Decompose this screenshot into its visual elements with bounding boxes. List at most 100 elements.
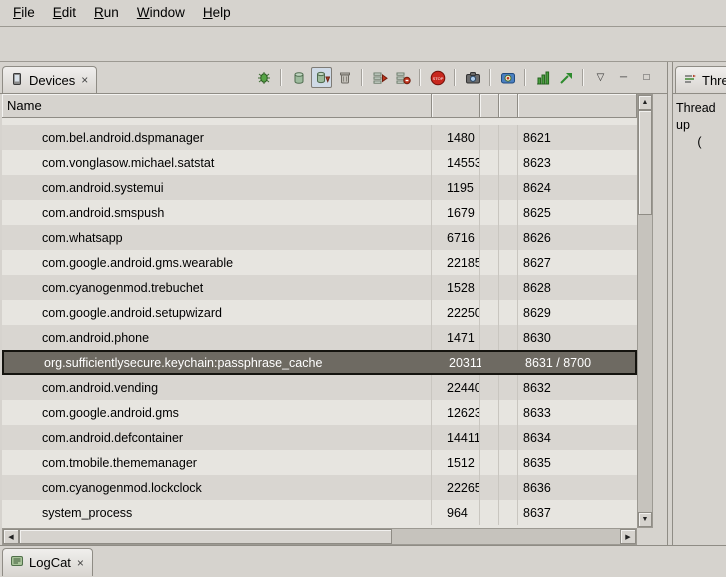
devices-panel-header: Devices × [0, 62, 667, 94]
scroll-down-button[interactable]: ▼ [638, 512, 652, 527]
table-row[interactable]: com.cyanogenmod.lockclock 22265 8636 [2, 475, 637, 500]
maximize-icon[interactable]: □ [636, 67, 657, 88]
toolbar-separator [582, 69, 584, 86]
dump-hprof-icon[interactable] [311, 67, 332, 88]
process-pid: 1679 [432, 200, 480, 225]
table-row[interactable]: com.android.vending 22440 8632 [2, 375, 637, 400]
vertical-scrollbar-track[interactable] [638, 110, 652, 512]
menu-item[interactable]: File [4, 0, 44, 24]
scroll-left-button[interactable]: ◀ [3, 529, 19, 544]
vertical-scrollbar[interactable]: ▲ ▼ [637, 94, 653, 528]
process-port: 8627 [518, 250, 637, 275]
process-name: com.android.systemui [2, 175, 432, 200]
main-toolbar [0, 27, 726, 62]
column-header-spacer[interactable] [499, 94, 518, 118]
screen-capture-icon[interactable] [462, 67, 483, 88]
spacer-cell [501, 352, 520, 373]
close-icon[interactable]: × [76, 556, 85, 570]
toolbar-separator [454, 69, 456, 86]
screen-record-icon[interactable] [497, 67, 518, 88]
spacer-cell [480, 300, 499, 325]
column-header-pid[interactable] [432, 94, 480, 118]
spacer-cell [499, 300, 518, 325]
start-method-profiling-icon[interactable] [392, 67, 413, 88]
process-port: 8635 [518, 450, 637, 475]
threads-message: Thread up ( [673, 94, 726, 545]
stop-process-icon[interactable]: STOP [427, 67, 448, 88]
table-row[interactable]: system_process 964 8637 [2, 500, 637, 525]
threads-icon [683, 72, 697, 89]
tab-logcat[interactable]: LogCat × [2, 548, 93, 576]
horizontal-scrollbar-thumb[interactable] [19, 529, 392, 544]
spacer-cell [480, 150, 499, 175]
table-row[interactable]: com.android.systemui 1195 8624 [2, 175, 637, 200]
process-port: 8621 [518, 125, 637, 150]
process-name: com.google.android.gms [2, 400, 432, 425]
cause-gc-icon[interactable] [334, 67, 355, 88]
table-header: Name [2, 94, 637, 118]
horizontal-scrollbar-track[interactable] [19, 529, 620, 544]
menu-item[interactable]: Window [128, 0, 194, 24]
process-port: 8632 [518, 375, 637, 400]
table-row[interactable]: com.tmobile.thememanager 1512 8635 [2, 450, 637, 475]
scroll-up-button[interactable]: ▲ [638, 95, 652, 110]
logcat-icon [10, 554, 24, 571]
process-pid: 20311 [434, 352, 482, 373]
process-pid: 1195 [432, 175, 480, 200]
menu-item[interactable]: Edit [44, 0, 85, 24]
process-port: 8628 [518, 275, 637, 300]
minimize-icon[interactable]: ─ [613, 67, 634, 88]
table-row[interactable]: com.whatsapp 6716 8626 [2, 225, 637, 250]
toolbar-separator [419, 69, 421, 86]
process-pid: 14553 [432, 150, 480, 175]
column-header-port[interactable] [518, 94, 637, 118]
table-row[interactable]: com.android.smspush 1679 8625 [2, 200, 637, 225]
column-header-name[interactable]: Name [2, 94, 432, 118]
close-icon[interactable]: × [80, 73, 89, 87]
process-port: 8630 [518, 325, 637, 350]
view-menu-icon[interactable]: ▽ [590, 67, 611, 88]
vertical-scrollbar-thumb[interactable] [638, 110, 652, 215]
spacer-cell [480, 450, 499, 475]
table-row[interactable]: com.android.defcontainer 14411 8634 [2, 425, 637, 450]
table-row[interactable]: com.cyanogenmod.trebuchet 1528 8628 [2, 275, 637, 300]
spacer-cell [480, 175, 499, 200]
process-port: 8623 [518, 150, 637, 175]
spacer-cell [499, 375, 518, 400]
table-row[interactable]: com.google.android.gms.wearable 22185 86… [2, 250, 637, 275]
process-port: 8633 [518, 400, 637, 425]
debug-icon[interactable] [253, 67, 274, 88]
process-port: 8625 [518, 200, 637, 225]
menu-item[interactable]: Help [194, 0, 240, 24]
spacer-cell [482, 352, 501, 373]
process-name: com.bel.android.dspmanager [2, 125, 432, 150]
horizontal-scrollbar[interactable]: ◀ ▶ [2, 528, 637, 545]
spacer-cell [480, 375, 499, 400]
table-row[interactable]: com.android.phone 1471 8630 [2, 325, 637, 350]
table-row[interactable]: com.bel.android.dspmanager 1480 8621 [2, 125, 637, 150]
toolbar-separator [280, 69, 282, 86]
devices-toolbar: STOP [253, 67, 665, 93]
scroll-right-button[interactable]: ▶ [620, 529, 636, 544]
spacer-cell [480, 225, 499, 250]
menu-item[interactable]: Run [85, 0, 128, 24]
process-table: Name com.bel.android.dspmanager 1480 862… [2, 94, 653, 528]
table-row[interactable]: org.sufficientlysecure.keychain:passphra… [2, 350, 637, 375]
update-threads-icon[interactable] [369, 67, 390, 88]
process-name: system_process [2, 500, 432, 525]
table-row[interactable]: com.google.android.setupwizard 22250 862… [2, 300, 637, 325]
update-heap-icon[interactable] [288, 67, 309, 88]
diagonal-arrow-icon[interactable] [555, 67, 576, 88]
spacer-cell [480, 325, 499, 350]
spacer-cell [480, 275, 499, 300]
tab-threads[interactable]: Threa × [675, 66, 726, 93]
process-pid: 12623 [432, 400, 480, 425]
column-header-spacer[interactable] [480, 94, 499, 118]
threads-message-line1: Thread up [676, 100, 723, 134]
chart-bars-icon[interactable] [532, 67, 553, 88]
tab-devices[interactable]: Devices × [2, 66, 97, 93]
table-row[interactable]: com.google.android.gms 12623 8633 [2, 400, 637, 425]
menu-bar: FileEditRunWindowHelp [0, 0, 726, 27]
devices-panel: Devices × [0, 62, 668, 545]
table-row[interactable]: com.vonglasow.michael.satstat 14553 8623 [2, 150, 637, 175]
